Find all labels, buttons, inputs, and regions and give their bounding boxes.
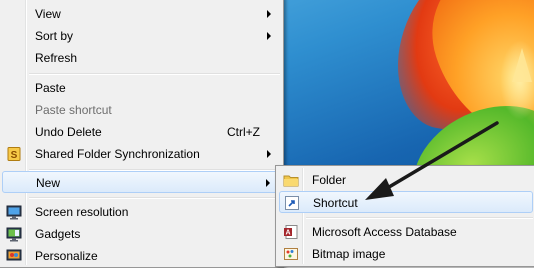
annotation-arrow-icon <box>365 121 499 200</box>
